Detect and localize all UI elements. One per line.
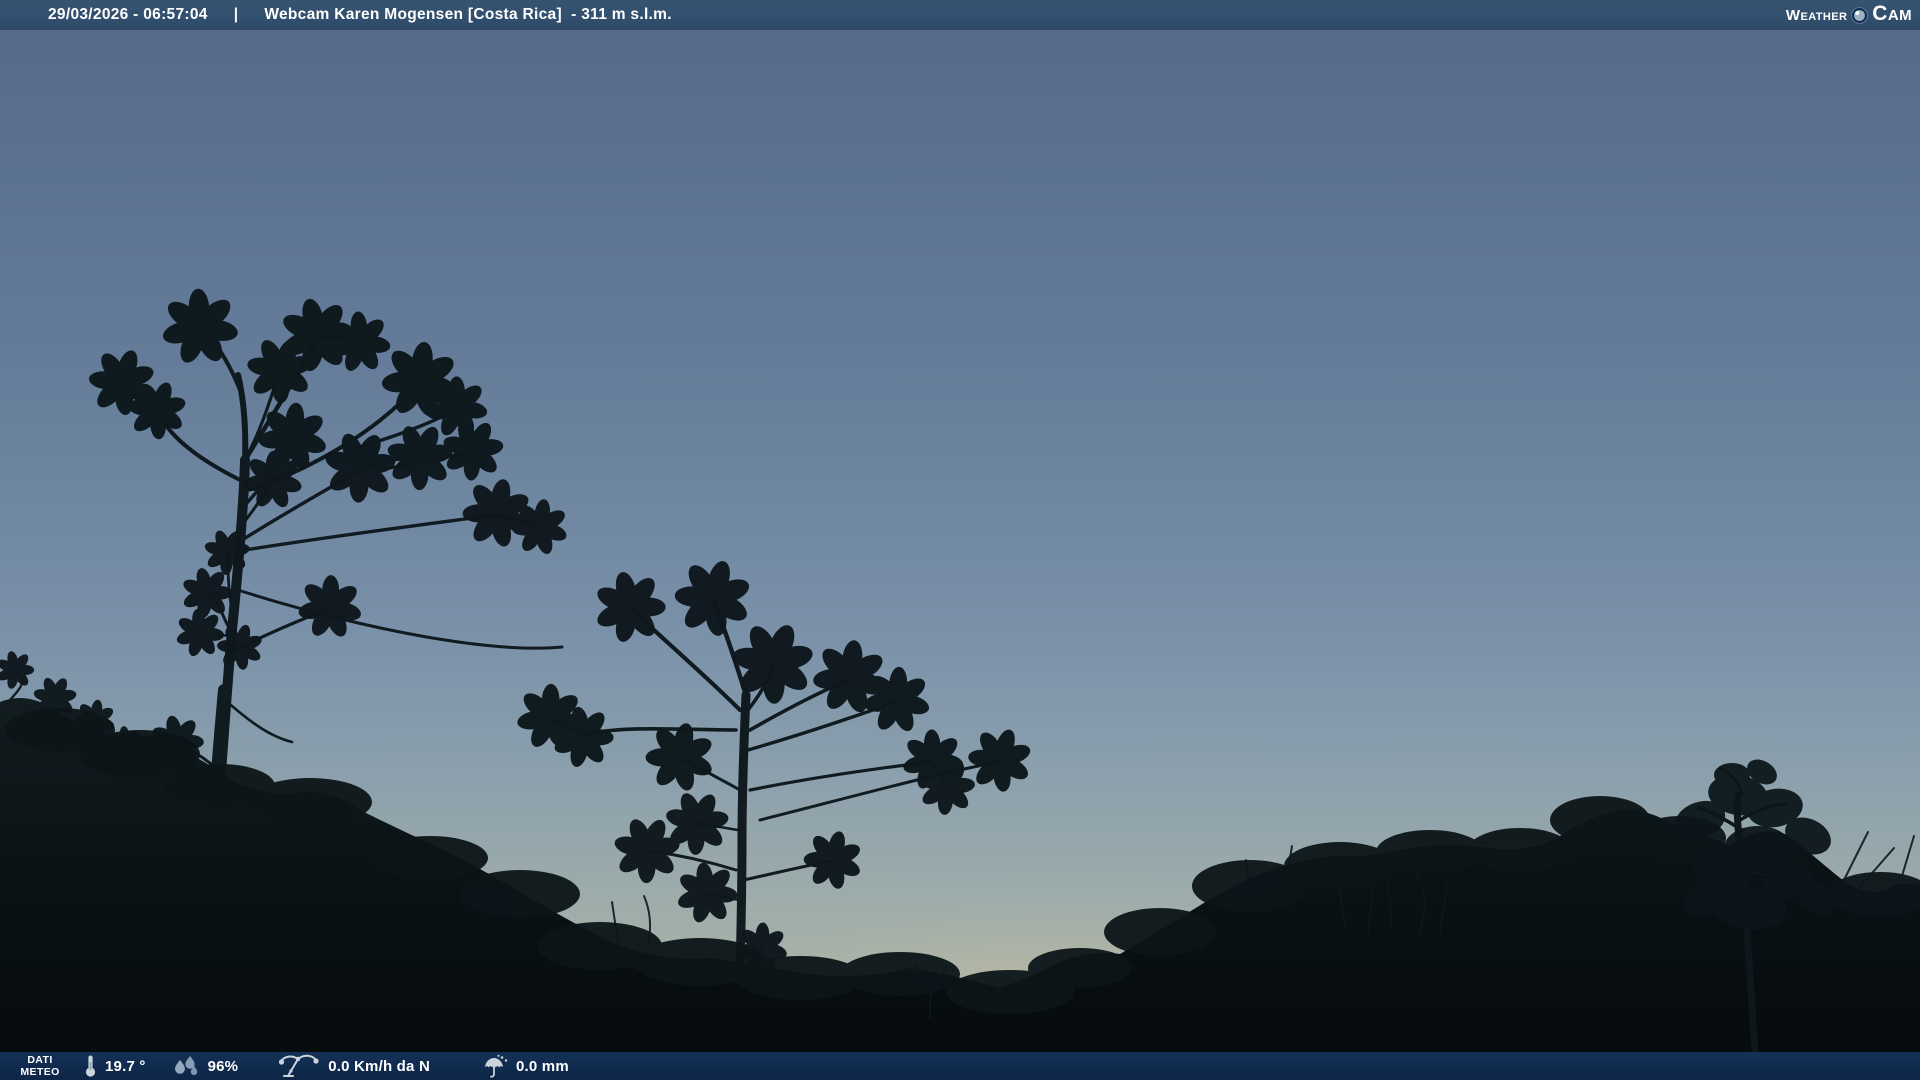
tree-silhouettes: [0, 281, 1920, 1052]
camera-lens-icon: [1851, 6, 1869, 24]
rain-value: 0.0 mm: [515, 1057, 569, 1075]
separator: |: [233, 6, 239, 23]
umbrella-icon: [484, 1054, 508, 1078]
webcam-title: Webcam Karen Mogensen [Costa Rica] - 311…: [264, 6, 672, 23]
dati-meteo-label: DATI METEO: [20, 1053, 60, 1078]
humidity-value: 96%: [207, 1057, 239, 1075]
logo-weather-text: Weather: [1785, 6, 1848, 24]
wind-value: 0.0 Km/h da N: [328, 1057, 430, 1075]
humidity-metric: 96%: [172, 1054, 239, 1078]
logo-cam-text: Cam: [1872, 2, 1912, 25]
temperature-value: 19.7 °: [105, 1057, 146, 1075]
thermometer-icon: [85, 1055, 96, 1077]
weather-data-bar: DATI METEO 19.7 ° 96% 0.0 Km/h da N 0.0 …: [0, 1052, 1920, 1080]
header-bar: 29/03/2026 - 06:57:04 | Webcam Karen Mog…: [0, 0, 1920, 30]
anemometer-icon: [279, 1054, 319, 1077]
webcam-viewer: 29/03/2026 - 06:57:04 | Webcam Karen Mog…: [0, 0, 1920, 1080]
left-cecropia-leaves: [78, 281, 579, 770]
wind-metric: 0.0 Km/h da N: [278, 1053, 430, 1079]
temperature-metric: 19.7 °: [84, 1054, 146, 1078]
middle-cecropia-leaves: [508, 544, 1042, 981]
water-drops-icon: [174, 1056, 197, 1076]
weathercam-logo: Weather Cam: [1786, 0, 1912, 30]
webcam-photo: [0, 30, 1920, 1052]
datetime-text: 29/03/2026 - 06:57:04: [48, 6, 208, 23]
rain-metric: 0.0 mm: [482, 1054, 569, 1079]
